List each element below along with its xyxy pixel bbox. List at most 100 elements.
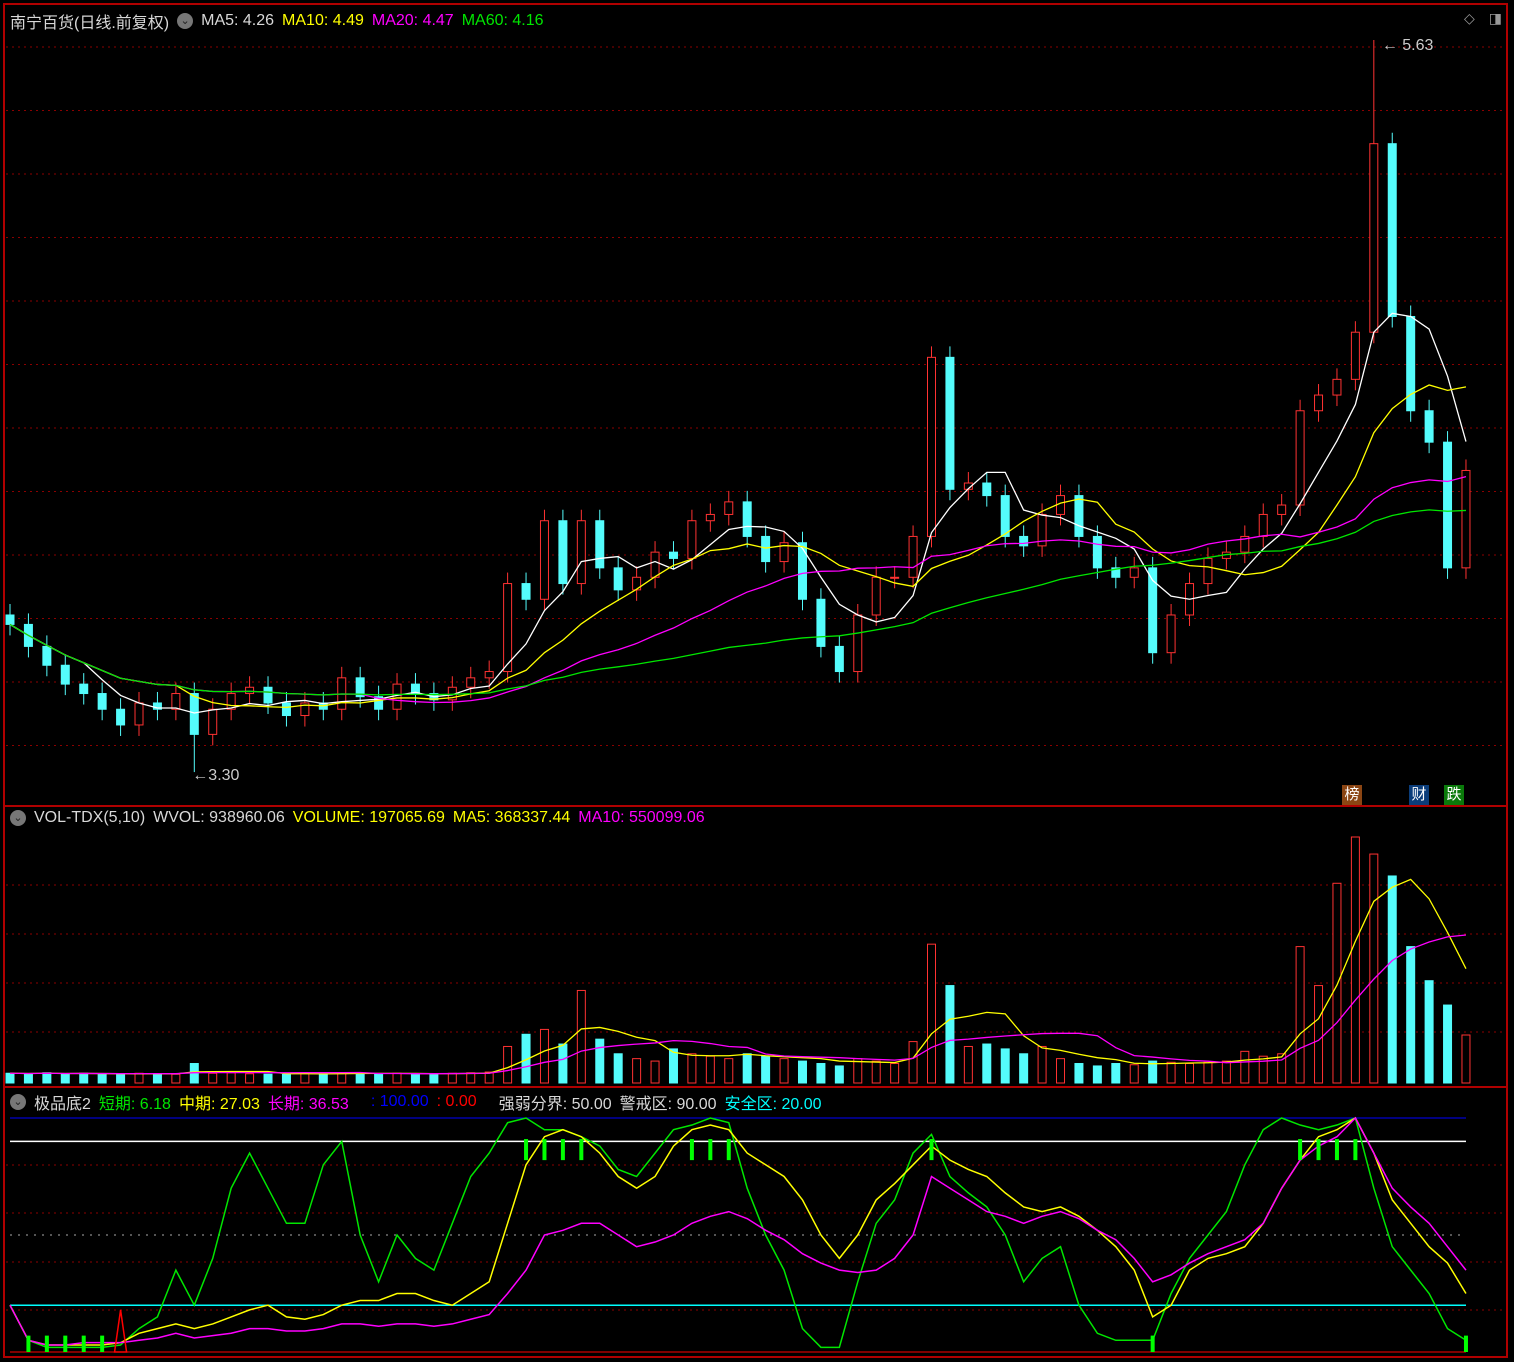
candle-up xyxy=(1203,557,1213,585)
volume-bar xyxy=(742,1053,752,1084)
volume-bar xyxy=(613,1053,623,1084)
stock-title: 南宁百货(日线.前复权) xyxy=(10,15,170,32)
volume-bar xyxy=(503,1045,513,1084)
candle-up xyxy=(208,708,218,735)
volume-bar xyxy=(116,1073,126,1084)
volume-bar xyxy=(318,1073,328,1084)
candle-up xyxy=(724,501,734,515)
volume-bar xyxy=(1350,836,1360,1084)
volume-bar xyxy=(595,1038,605,1084)
volume-bar xyxy=(1240,1050,1250,1084)
dropdown-icon[interactable]: ⌄ xyxy=(177,13,194,29)
volume-bar xyxy=(208,1072,218,1084)
volume-bar xyxy=(1424,980,1434,1084)
candle-up xyxy=(1332,378,1342,396)
top-signal-bar xyxy=(689,1139,694,1161)
candle-up xyxy=(1314,394,1324,412)
volume-bar xyxy=(152,1073,162,1084)
finance-badge[interactable]: 财 xyxy=(1409,785,1429,805)
volume-value: VOLUME: 197065.69 xyxy=(292,809,445,826)
candle-down xyxy=(1074,495,1084,537)
candle-up xyxy=(392,683,402,710)
candle-down xyxy=(613,567,623,591)
candle-down xyxy=(761,535,771,563)
wvol-value: WVOL: 938960.06 xyxy=(153,809,285,826)
top-signal-bar xyxy=(524,1139,529,1161)
candle-down xyxy=(263,686,273,704)
short-line xyxy=(9,1117,1467,1349)
volume-bar xyxy=(1332,882,1342,1084)
diamond-icon[interactable]: ◇ xyxy=(1464,10,1475,27)
volume-bar xyxy=(558,1043,568,1084)
volume-bar xyxy=(705,1055,715,1084)
volume-bar xyxy=(1037,1045,1047,1084)
volume-bar xyxy=(963,1045,973,1084)
volume-bar xyxy=(1129,1064,1139,1084)
candle-up xyxy=(853,614,863,673)
candle-up xyxy=(1277,504,1287,515)
short-value: 短期: 6.18 xyxy=(98,1096,171,1113)
volume-bar xyxy=(797,1060,807,1084)
top-signal-bar xyxy=(1298,1139,1303,1161)
panel-toggle-icon[interactable]: ◨ xyxy=(1489,10,1502,27)
top-signal-bar xyxy=(579,1139,584,1161)
volume-bar xyxy=(1387,875,1397,1084)
volume-bar xyxy=(392,1072,402,1084)
divide-value: 强弱分界: 50.00 xyxy=(498,1096,612,1113)
dropdown-icon[interactable]: ⌄ xyxy=(10,810,26,826)
candle-up xyxy=(927,356,936,537)
candle-down xyxy=(281,702,291,717)
volume-bar xyxy=(1258,1055,1268,1084)
ma5-line xyxy=(9,312,1467,714)
volume-bar xyxy=(1185,1063,1195,1084)
candle-up xyxy=(705,513,715,522)
volume-bar xyxy=(226,1072,236,1084)
candle-down xyxy=(521,583,531,600)
blue-level-value: : 100.00 xyxy=(370,1093,429,1110)
volume-bar xyxy=(1166,1061,1176,1084)
candle-up xyxy=(484,671,494,679)
volume-bar xyxy=(945,985,955,1084)
volume-bar xyxy=(263,1073,273,1084)
bottom-signal-bar xyxy=(1150,1335,1155,1352)
candle-down xyxy=(1019,535,1029,547)
candle-down xyxy=(42,645,52,666)
candle-down xyxy=(79,683,89,695)
volume-panel-header: ⌄ VOL-TDX(5,10) WVOL: 938960.06 VOLUME: … xyxy=(10,809,705,827)
volume-bar xyxy=(1221,1060,1231,1084)
stock-chart[interactable]: ← 5.63 ←3.30 xyxy=(0,0,1514,1362)
candle-up xyxy=(134,702,144,726)
bottom-signal-bar xyxy=(26,1335,31,1352)
candle-down xyxy=(1443,441,1453,569)
mid-value: 中期: 27.03 xyxy=(178,1096,260,1113)
candle-down xyxy=(797,542,807,600)
safe-value: 安全区: 20.00 xyxy=(724,1096,822,1113)
top-signal-bar xyxy=(1353,1139,1358,1161)
candle-down xyxy=(834,645,844,673)
ranking-badge[interactable]: 榜 xyxy=(1342,785,1362,805)
candle-down xyxy=(1092,535,1102,569)
candle-up xyxy=(687,520,697,559)
top-signal-bar xyxy=(560,1139,565,1161)
mid-line xyxy=(9,1116,1467,1346)
volume-bar xyxy=(355,1072,365,1084)
price-panel-header: 南宁百货(日线.前复权) ⌄ MA5: 4.26 MA10: 4.49 MA20… xyxy=(10,9,544,33)
top-signal-bar xyxy=(1334,1139,1339,1161)
candle-up xyxy=(1461,469,1471,569)
drop-badge[interactable]: 跌 xyxy=(1444,785,1464,805)
candle-down xyxy=(816,598,826,647)
bottom-signal-bar xyxy=(44,1335,49,1352)
candle-down xyxy=(189,693,199,735)
volume-bar xyxy=(1074,1063,1084,1084)
vol-ma10-value: MA10: 550099.06 xyxy=(578,809,705,826)
bottom-signal-bar xyxy=(100,1335,105,1352)
top-signal-bar xyxy=(542,1139,547,1161)
candle-up xyxy=(1166,614,1176,654)
candle-up xyxy=(1350,331,1360,380)
ma60-value: MA60: 4.16 xyxy=(461,12,544,29)
volume-bar xyxy=(447,1072,457,1084)
dropdown-icon[interactable]: ⌄ xyxy=(10,1094,26,1110)
volume-bar xyxy=(576,989,586,1084)
volume-bar xyxy=(466,1072,476,1084)
volume-bar xyxy=(410,1073,420,1084)
